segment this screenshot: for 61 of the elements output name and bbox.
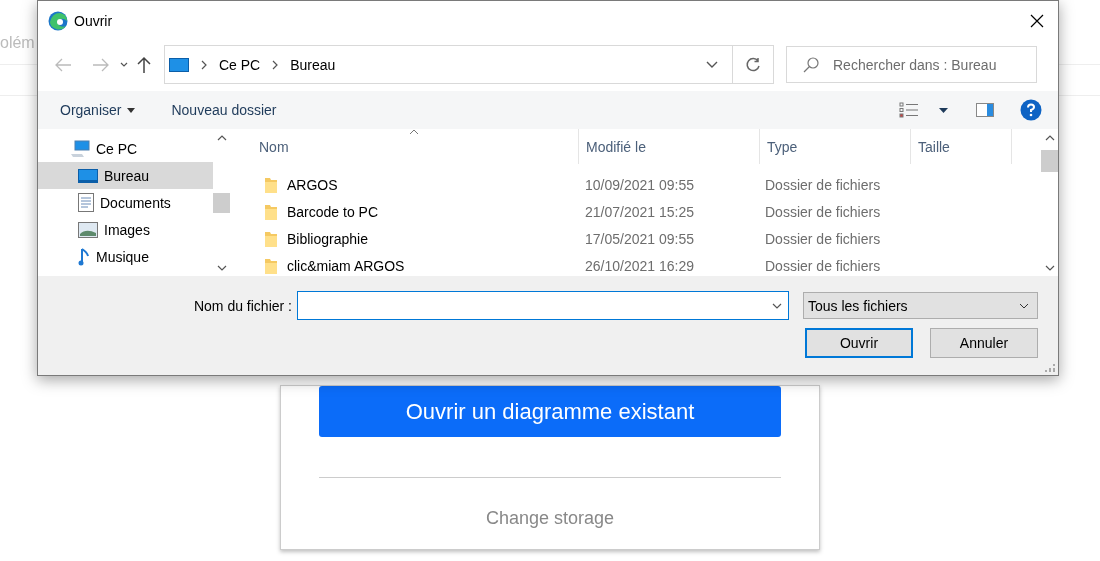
new-folder-button[interactable]: Nouveau dossier xyxy=(171,102,277,118)
help-icon[interactable] xyxy=(1020,99,1042,121)
computer-icon xyxy=(70,139,90,158)
image-icon xyxy=(78,221,98,238)
view-dropdown-icon[interactable] xyxy=(939,107,948,113)
column-header[interactable]: Modifié le xyxy=(579,129,652,164)
desktop-icon xyxy=(78,168,98,183)
scrollbar-thumb[interactable] xyxy=(1041,150,1058,172)
view-list-icon[interactable] xyxy=(899,102,919,118)
file-type: Dossier de fichiers xyxy=(764,203,882,220)
modified-date: 26/10/2021 16:29 xyxy=(584,257,695,274)
caret-icon xyxy=(127,107,136,113)
change-storage-link[interactable]: Change storage xyxy=(485,508,615,529)
search-icon xyxy=(803,56,819,73)
file-name-field[interactable] xyxy=(297,291,789,320)
nav-item[interactable]: Documents xyxy=(38,189,213,216)
file-type: Dossier de fichiers xyxy=(764,230,882,247)
nav-item[interactable]: Bureau xyxy=(38,162,213,189)
resize-grip-icon[interactable] xyxy=(1045,362,1055,372)
page-heading: olém xyxy=(0,34,36,52)
file-name-label: Nom du fichier : xyxy=(193,297,292,314)
nav-item[interactable]: Images xyxy=(38,216,213,243)
modified-date: 17/05/2021 09:55 xyxy=(584,230,695,247)
scrollbar-thumb[interactable] xyxy=(213,193,230,213)
modified-date: 10/09/2021 09:55 xyxy=(584,176,695,193)
file-name[interactable]: ARGOS xyxy=(287,176,338,193)
address-bar[interactable]: Ce PC Bureau xyxy=(164,45,774,84)
chevron-icon xyxy=(199,59,209,70)
column-header[interactable]: Taille xyxy=(911,129,956,164)
dropdown-chevron-icon[interactable] xyxy=(706,60,718,69)
file-name[interactable]: clic&miam ARGOS xyxy=(287,257,405,274)
search-field[interactable]: Rechercher dans : Bureau xyxy=(786,46,1037,83)
preview-pane-icon[interactable] xyxy=(976,103,994,117)
folder-icon xyxy=(265,203,277,220)
file-type: Dossier de fichiers xyxy=(764,257,882,274)
desktop-icon xyxy=(169,57,189,72)
refresh-icon[interactable] xyxy=(745,56,761,73)
modified-date: 21/07/2021 15:25 xyxy=(584,203,695,220)
file-name[interactable]: Bibliographie xyxy=(287,230,368,247)
folder-icon xyxy=(265,176,277,193)
breadcrumb[interactable]: Ce PC xyxy=(219,56,261,73)
folder-icon xyxy=(265,257,277,274)
close-icon[interactable] xyxy=(1030,14,1044,28)
column-header[interactable]: Nom xyxy=(233,129,295,164)
cancel-button[interactable]: Annuler xyxy=(930,328,1038,358)
nav-item[interactable]: Musique xyxy=(38,243,213,270)
file-type: Dossier de fichiers xyxy=(764,176,882,193)
music-note-icon xyxy=(78,247,90,266)
organize-menu[interactable]: Organiser xyxy=(60,102,136,118)
file-type-dropdown[interactable]: Tous les fichiers xyxy=(803,292,1038,319)
breadcrumb[interactable]: Bureau xyxy=(290,56,336,73)
nav-item[interactable]: Ce PC xyxy=(38,135,213,162)
browser-logo-icon xyxy=(48,11,68,31)
file-name[interactable]: Barcode to PC xyxy=(287,203,379,220)
window-title: Ouvrir xyxy=(74,13,113,29)
open-diagram-button[interactable]: Ouvrir un diagramme existant xyxy=(319,386,781,437)
document-icon xyxy=(78,193,94,212)
dropdown-chevron-icon xyxy=(1019,302,1029,309)
folder-icon xyxy=(265,230,277,247)
column-header[interactable]: Type xyxy=(760,129,804,164)
open-button[interactable]: Ouvrir xyxy=(805,328,913,358)
